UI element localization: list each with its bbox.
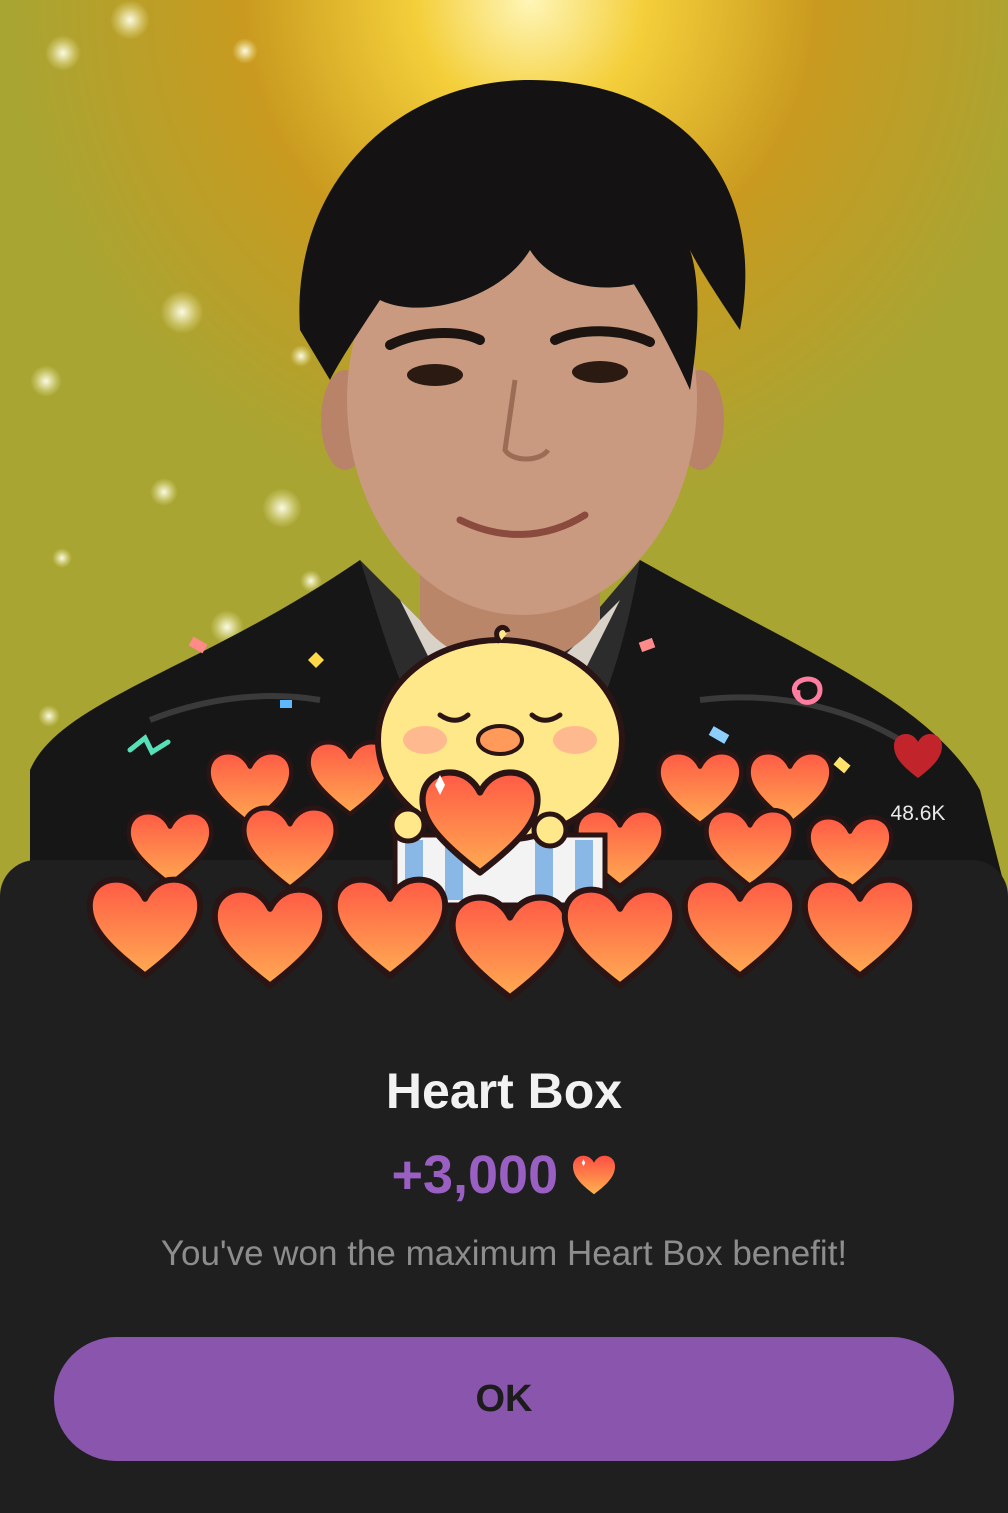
dialog-title: Heart Box <box>385 1063 623 1119</box>
reward-amount: +3,000 <box>391 1145 559 1205</box>
dialog-message: You've won the maximum Heart Box benefit… <box>160 1234 848 1273</box>
ok-button[interactable]: OK <box>54 1337 954 1461</box>
reward-heart-icon <box>572 1155 615 1195</box>
heart-box-illustration <box>60 625 960 1020</box>
reward-row: +3,000 <box>0 1144 1008 1206</box>
